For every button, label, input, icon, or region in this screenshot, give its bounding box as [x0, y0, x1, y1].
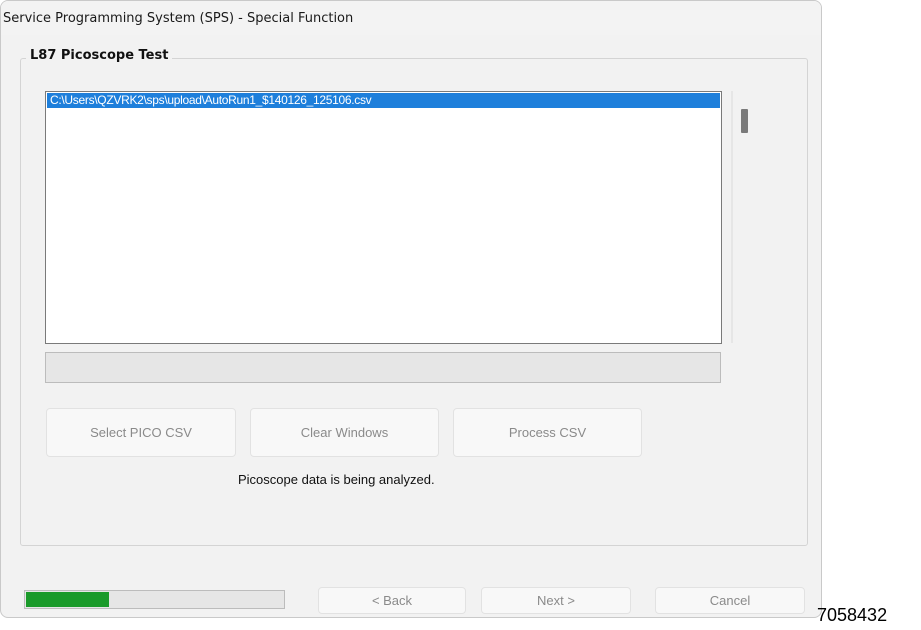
group-title: L87 Picoscope Test [26, 48, 173, 63]
select-pico-csv-button[interactable]: Select PICO CSV [46, 408, 236, 457]
list-item-selected[interactable]: C:\Users\QZVRK2\sps\upload\AutoRun1_$140… [47, 93, 720, 108]
cancel-button[interactable]: Cancel [655, 587, 805, 614]
scrollbar-track[interactable] [731, 91, 733, 343]
file-listbox[interactable]: C:\Users\QZVRK2\sps\upload\AutoRun1_$140… [45, 91, 722, 344]
progress-fill [26, 592, 110, 607]
back-button[interactable]: < Back [318, 587, 466, 614]
figure-id-label: 7058432 [817, 605, 888, 625]
process-csv-button[interactable]: Process CSV [453, 408, 642, 457]
progress-bar [24, 590, 285, 609]
title-bar[interactable]: Service Programming System (SPS) - Speci… [1, 1, 821, 35]
status-textbox [45, 352, 721, 383]
window-title: Service Programming System (SPS) - Speci… [3, 11, 354, 26]
next-button[interactable]: Next > [481, 587, 631, 614]
clear-windows-button[interactable]: Clear Windows [250, 408, 439, 457]
status-message: Picoscope data is being analyzed. [238, 472, 435, 487]
scrollbar-thumb[interactable] [741, 109, 748, 133]
